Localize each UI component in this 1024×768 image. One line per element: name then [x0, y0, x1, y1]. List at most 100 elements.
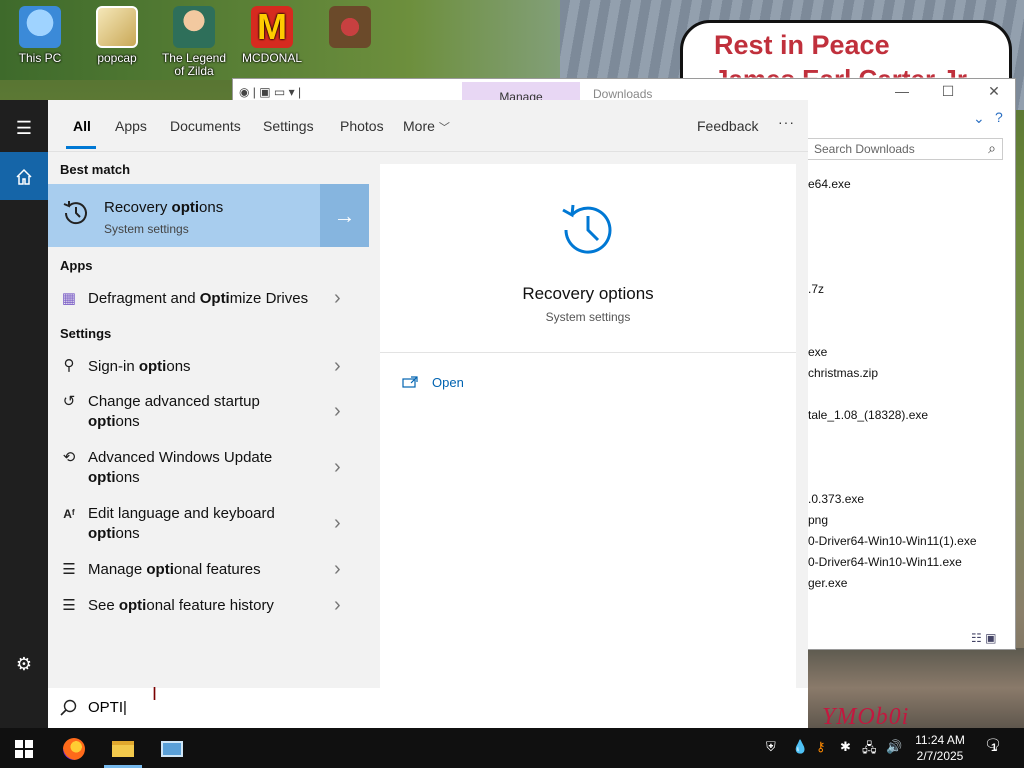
history-icon: ↺ [62, 393, 76, 410]
chevron-right-icon: › [334, 400, 341, 422]
start-rail: ☰ ⚙ [0, 100, 48, 728]
help-icon[interactable]: ? [995, 109, 1003, 125]
hamburger-menu-icon[interactable]: ☰ [0, 104, 48, 152]
text-cursor-icon: I [152, 684, 158, 704]
tab-photos[interactable]: Photos [340, 118, 384, 134]
file-item[interactable]: tale_1.08_(18328).exe [808, 408, 928, 422]
preview-title: Recovery options [522, 284, 654, 303]
file-item[interactable]: 0-Driver64-Win10-Win11(1).exe [808, 534, 977, 548]
recovery-history-icon [63, 201, 87, 225]
maximize-button[interactable]: ☐ [925, 83, 971, 100]
preview-subtitle: System settings [545, 310, 631, 324]
file-item[interactable]: 0-Driver64-Win10-Win11.exe [808, 555, 962, 569]
game-character-icon [173, 6, 215, 48]
key-tray-icon[interactable]: ⚷ [816, 739, 826, 755]
chevron-down-icon: ﹀ [438, 122, 450, 134]
chevron-right-icon: › [334, 287, 341, 309]
volume-icon[interactable]: 🔊 [886, 739, 902, 755]
more-options-button[interactable]: ··· [778, 114, 795, 130]
tab-more[interactable]: More ﹀ [403, 118, 450, 135]
file-item[interactable]: christmas.zip [808, 366, 878, 380]
clock-date: 2/7/2025 [916, 749, 964, 763]
chevron-right-icon: › [334, 355, 341, 377]
chevron-right-icon: › [334, 594, 341, 616]
result-manage-optional-features[interactable]: ☰ Manage optional features › [48, 558, 369, 590]
list-icon: ☰ [62, 561, 76, 578]
list-icon: ☰ [62, 597, 76, 614]
minimize-button[interactable]: — [879, 83, 925, 99]
firefox-icon[interactable] [50, 728, 98, 768]
desktop-icon-popcap[interactable]: popcap [79, 6, 155, 65]
open-button[interactable]: Open [432, 375, 464, 390]
file-item[interactable]: ger.exe [808, 576, 847, 590]
desktop-icon-legend-of-zilda[interactable]: The Legend of Zilda [156, 6, 232, 78]
chevron-down-icon[interactable]: ⌄ [973, 110, 985, 127]
result-optional-feature-history[interactable]: ☰ See optional feature history › [48, 594, 369, 626]
sync-icon: ⟲ [62, 449, 76, 466]
system-clock[interactable]: 11:24 AM 2/7/2025 [912, 732, 968, 764]
search-input[interactable]: OPTI| [88, 699, 127, 716]
app-taskbar-icon[interactable] [148, 728, 196, 768]
christmas-icon [329, 6, 371, 48]
arrow-right-icon[interactable]: → [320, 184, 369, 247]
bluetooth-icon[interactable]: ✱ [840, 739, 851, 755]
home-icon[interactable] [0, 152, 48, 200]
defrag-icon: ▦ [61, 290, 77, 307]
tab-all[interactable]: All [73, 118, 91, 134]
search-results-list: Best match Recovery options System setti… [48, 152, 369, 688]
file-item[interactable]: .0.373.exe [808, 492, 864, 506]
windows-logo-icon [15, 740, 33, 759]
divider [380, 352, 796, 353]
quick-access-toolbar[interactable]: ◉ | ▣ ▭ ▾ | [239, 85, 301, 99]
tab-settings[interactable]: Settings [263, 118, 314, 134]
recovery-history-icon [562, 204, 612, 254]
language-icon: Aᶠ [63, 507, 75, 521]
desktop-icon-mcdonalds[interactable]: M MCDONAL [234, 6, 310, 65]
search-icon [60, 699, 77, 716]
start-button[interactable] [0, 728, 48, 768]
wallpaper-graffiti: YMOb0i [822, 704, 910, 730]
best-match-title: Recovery options [104, 199, 224, 216]
result-language-keyboard[interactable]: Aᶠ Edit language and keyboard options › [48, 504, 369, 548]
notification-badge: 1 [991, 742, 998, 754]
result-windows-update[interactable]: ⟲ Advanced Windows Update options › [48, 448, 369, 492]
network-icon[interactable]: 🖧 [862, 739, 877, 761]
search-box[interactable]: OPTI| I [48, 684, 808, 728]
sign-text-line1: Rest in Peace [714, 30, 890, 60]
tab-documents[interactable]: Documents [170, 118, 241, 134]
security-icon[interactable]: ⛨ [766, 739, 776, 755]
search-icon: ⌕ [988, 140, 996, 156]
best-match-item[interactable]: Recovery options System settings [48, 184, 320, 247]
file-item[interactable]: exe [808, 345, 827, 359]
search-downloads-input[interactable]: Search Downloads ⌕ [807, 138, 1003, 160]
file-item[interactable]: e64.exe [808, 177, 851, 191]
desktop-icon-this-pc[interactable]: This PC [2, 6, 78, 65]
result-sign-in-options[interactable]: ⚲ Sign-in options › [48, 354, 369, 384]
view-toggle-icons[interactable]: ☷ ▣ [971, 631, 996, 645]
chevron-right-icon: › [334, 558, 341, 580]
home-glyph [16, 169, 32, 185]
droplet-icon[interactable]: 💧 [792, 739, 808, 755]
start-search-panel[interactable]: ☰ ⚙ All Apps Documents Settings Photos M… [0, 100, 808, 728]
result-defragment[interactable]: ▦ Defragment and Optimize Drives › [48, 284, 369, 314]
key-icon: ⚲ [63, 357, 75, 374]
result-advanced-startup[interactable]: ↺ Change advanced startup options › [48, 392, 369, 436]
gear-icon[interactable]: ⚙ [0, 640, 48, 688]
tab-apps[interactable]: Apps [115, 118, 147, 134]
chevron-right-icon: › [334, 456, 341, 478]
close-button[interactable]: ✕ [971, 83, 1017, 100]
taskbar: ⛨ 💧 ⚷ ✱ 🖧 🔊 11:24 AM 2/7/2025 🗨 1 [0, 728, 1024, 768]
file-explorer-taskbar-icon[interactable] [99, 728, 147, 768]
search-tabs: All Apps Documents Settings Photos More ﹀… [48, 100, 808, 152]
feedback-link[interactable]: Feedback [697, 118, 758, 134]
desktop-icon-christmas[interactable] [312, 6, 388, 52]
clock-time: 11:24 AM [915, 733, 965, 747]
settings-heading: Settings [60, 326, 112, 341]
file-item[interactable]: png [808, 513, 828, 527]
best-match-subtitle: System settings [104, 222, 189, 236]
open-icon[interactable] [402, 376, 418, 388]
file-item[interactable]: .7z [808, 282, 824, 296]
chevron-right-icon: › [334, 512, 341, 534]
result-preview-pane: Recovery options System settings Open [380, 164, 796, 688]
apps-heading: Apps [60, 258, 93, 273]
